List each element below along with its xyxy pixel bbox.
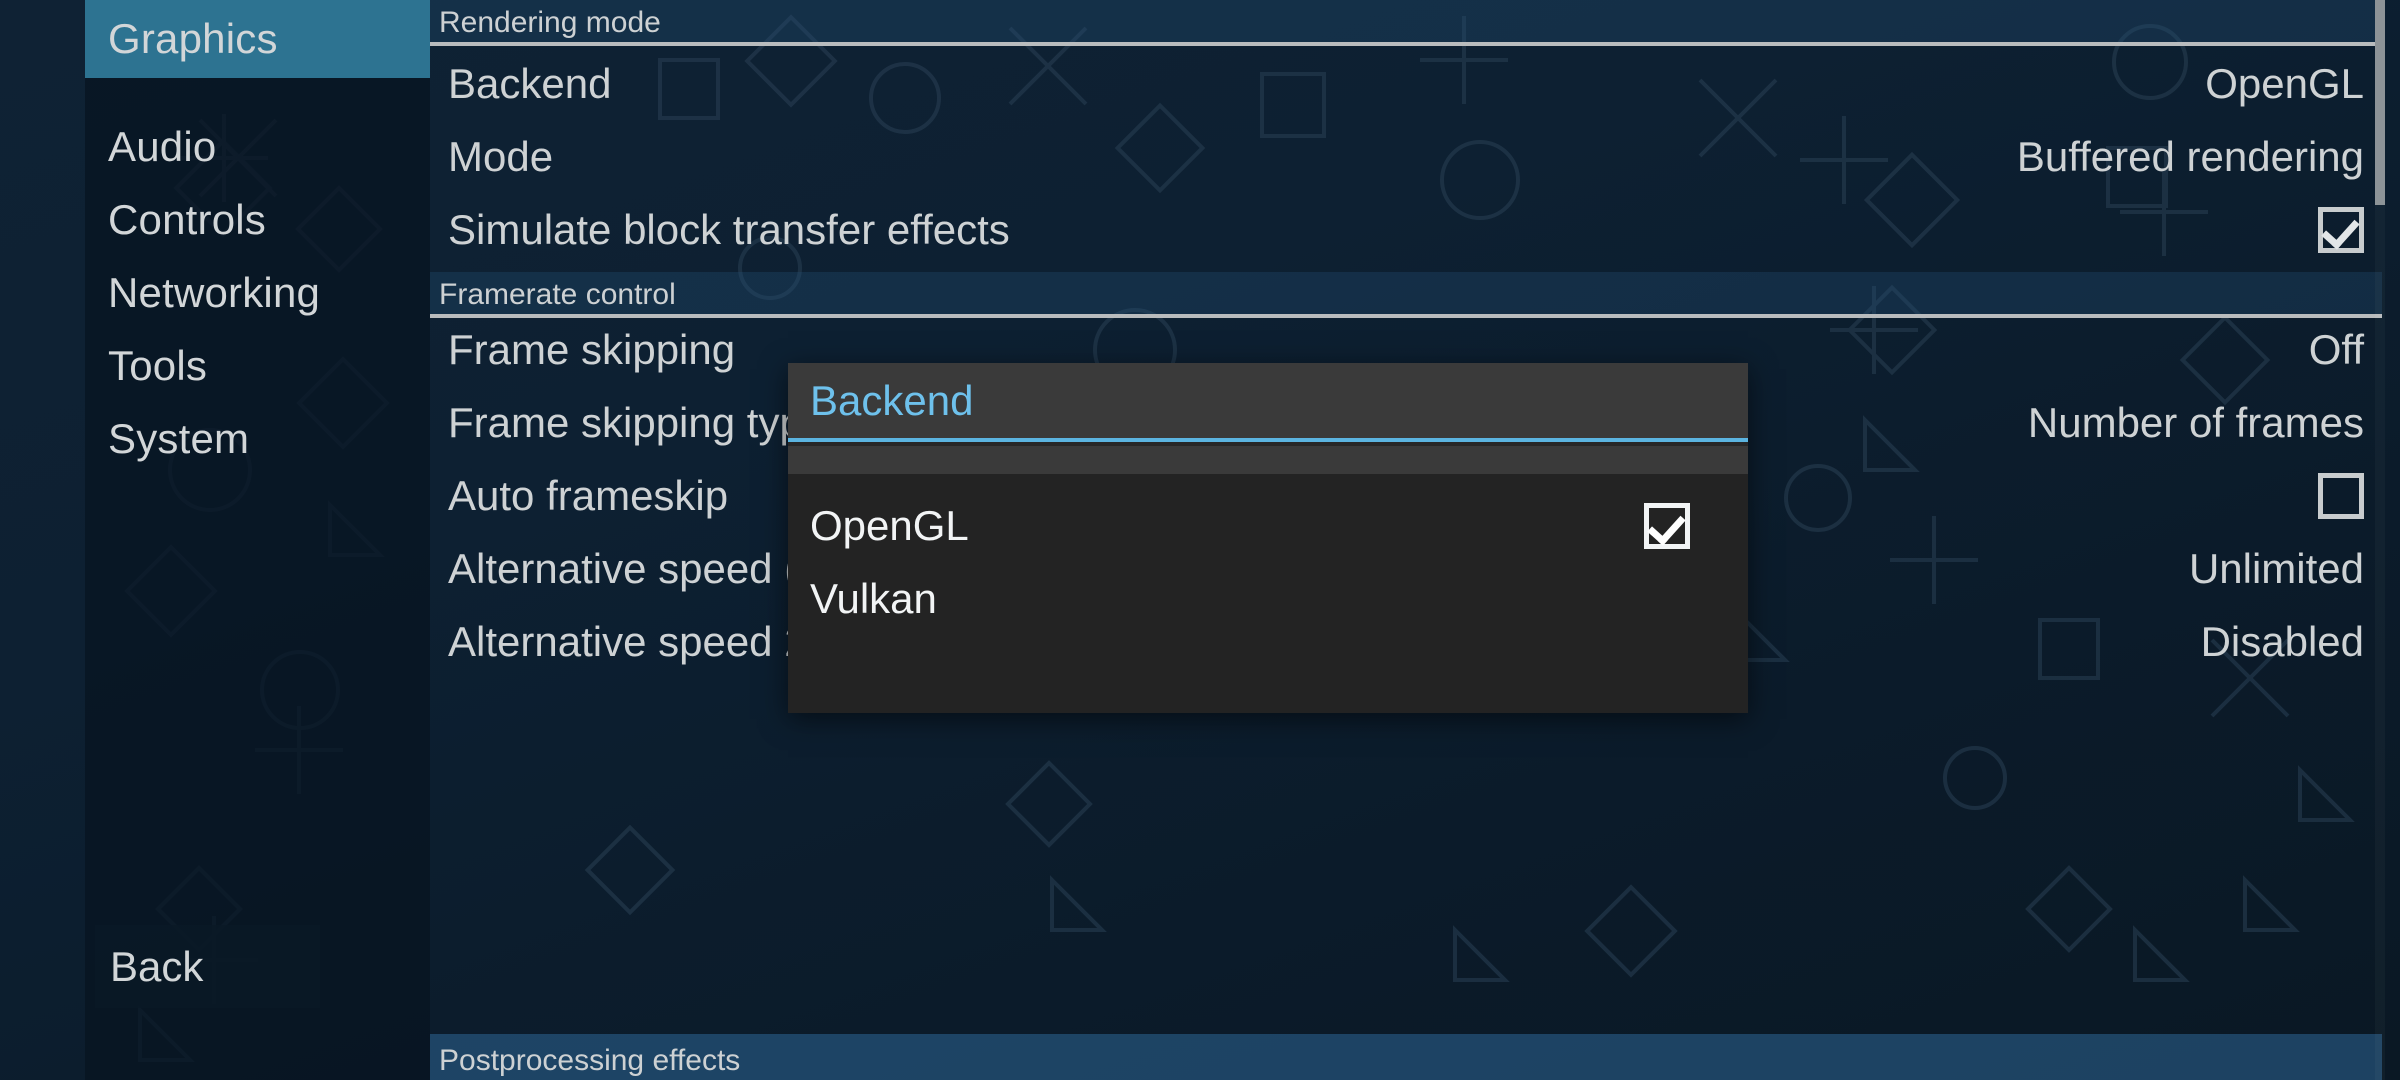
dialog-subbar [788,446,1748,474]
setting-row-mode[interactable]: Mode Buffered rendering [430,121,2382,193]
sidebar-item-system[interactable]: System [85,400,430,478]
sidebar-item-tools[interactable]: Tools [85,327,430,405]
sidebar-item-label: System [108,415,250,462]
dialog-option-label: Vulkan [810,575,937,622]
setting-label: Frame skipping type [448,399,827,446]
checkbox-unchecked-icon[interactable] [2318,473,2364,519]
dialog-title: Backend [810,376,974,424]
section-label: Rendering mode [439,6,661,39]
sidebar-item-networking[interactable]: Networking [85,254,430,332]
section-header-postprocessing-effects: Postprocessing effects [430,1034,2382,1080]
sidebar-item-controls[interactable]: Controls [85,181,430,259]
setting-label: Mode [448,133,554,180]
dialog-option-opengl[interactable]: OpenGL [788,490,1748,562]
setting-value: Number of frames [2027,399,2364,446]
section-header-rendering-mode: Rendering mode [430,0,2382,46]
setting-value: Disabled [2200,618,2364,665]
sidebar-item-graphics[interactable]: Graphics [85,0,430,78]
setting-label: Simulate block transfer effects [448,206,1010,253]
setting-value: OpenGL [2205,60,2364,107]
dialog-option-label: OpenGL [810,502,969,549]
setting-label: Backend [448,60,612,107]
back-button-label: Back [110,942,204,990]
sidebar: Graphics Audio Controls Networking Tools… [0,0,430,1080]
sidebar-item-label: Tools [108,342,208,389]
section-label: Postprocessing effects [439,1044,741,1077]
setting-value: Buffered rendering [2016,133,2364,180]
checkbox-checked-icon[interactable] [2318,207,2364,253]
dialog-option-vulkan[interactable]: Vulkan [788,563,1748,635]
ppsspp-settings-screen: Rendering mode Backend OpenGL Mode Buffe… [0,0,2400,1080]
setting-label: Auto frameskip [448,472,729,519]
sidebar-item-label: Controls [108,196,266,243]
sidebar-item-label: Graphics [108,15,278,62]
sidebar-item-label: Networking [108,269,321,316]
setting-row-simulate-block-transfer-effects[interactable]: Simulate block transfer effects [430,194,2382,266]
dialog-option-list: OpenGL Vulkan [788,474,1748,713]
dialog-titlebar: Backend [788,363,1748,442]
setting-row-backend[interactable]: Backend OpenGL [430,48,2382,120]
setting-value: Off [2308,326,2364,373]
section-label: Framerate control [439,278,676,311]
setting-label: Frame skipping [448,326,736,373]
back-button[interactable]: Back [95,925,320,1008]
setting-value: Unlimited [2188,545,2364,592]
scrollbar-thumb[interactable] [2375,0,2385,205]
sidebar-item-audio[interactable]: Audio [85,108,430,186]
sidebar-item-label: Audio [108,123,217,170]
section-header-framerate-control: Framerate control [430,272,2382,318]
checkbox-checked-icon[interactable] [1644,503,1690,549]
backend-选择-dialog: Backend OpenGL Vulkan [788,363,1748,713]
